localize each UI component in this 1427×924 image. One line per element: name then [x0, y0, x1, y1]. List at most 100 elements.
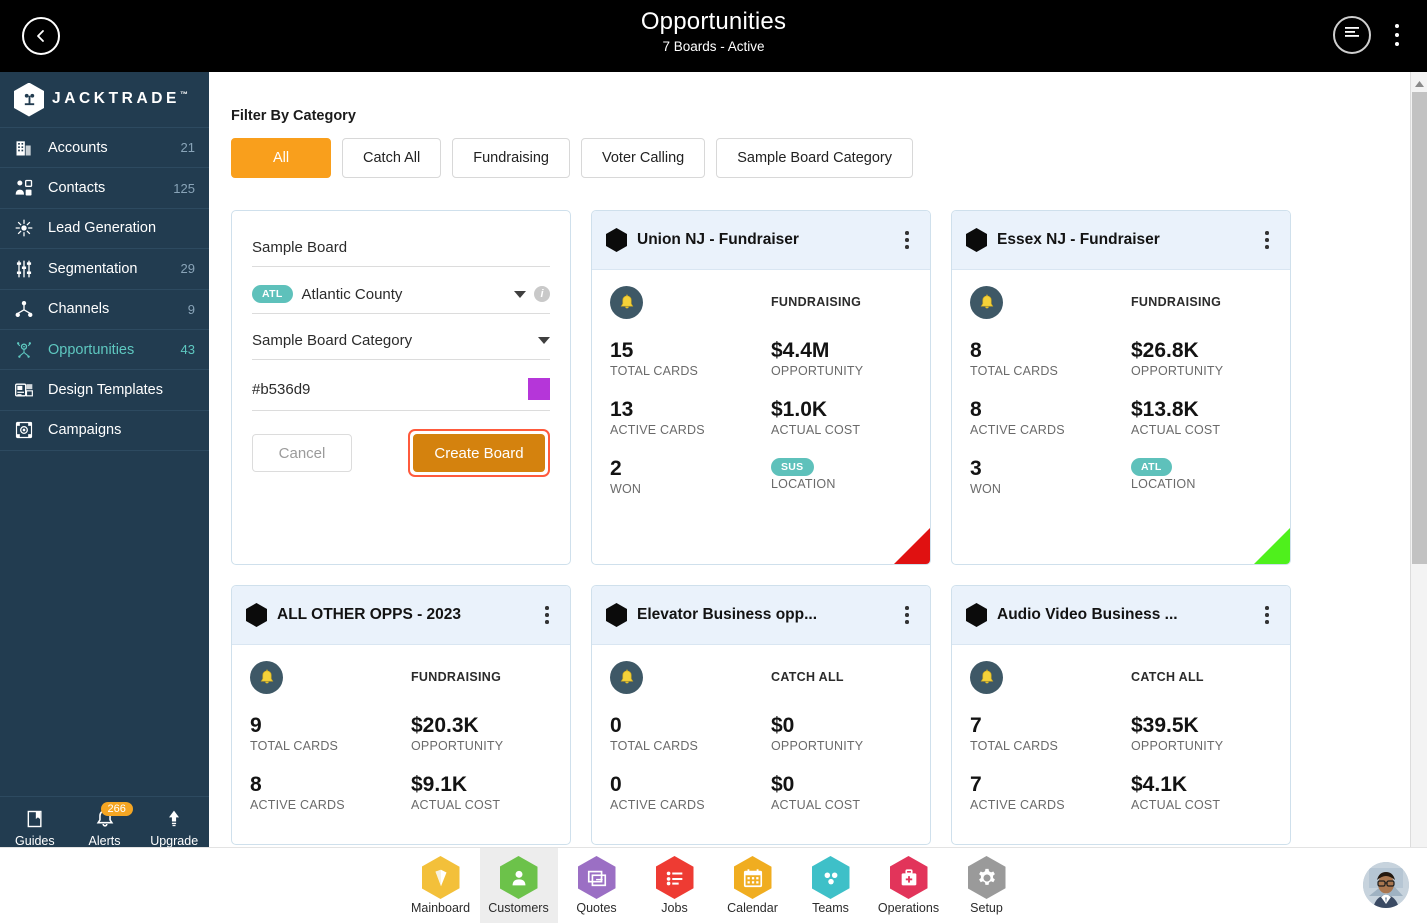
- scrollbar-thumb[interactable]: [1412, 92, 1427, 564]
- board-card[interactable]: Essex NJ - Fundraiser FUNDRAISING 8 TOTA…: [951, 210, 1291, 565]
- cancel-button[interactable]: Cancel: [252, 434, 352, 472]
- vertical-scrollbar[interactable]: [1410, 72, 1427, 922]
- color-hex-value: #b536d9: [252, 381, 528, 398]
- bottom-nav-mainboard[interactable]: Mainboard: [402, 848, 480, 923]
- board-card-body: FUNDRAISING 15 TOTAL CARDS $4.4M OPPORTU…: [592, 270, 930, 564]
- filter-chip-catch-all[interactable]: Catch All: [342, 138, 441, 178]
- bottom-nav-customers[interactable]: Customers: [480, 848, 558, 923]
- color-swatch[interactable]: [528, 378, 550, 400]
- bottom-nav-operations[interactable]: Operations: [870, 848, 948, 923]
- actual-cost-stat: $4.1K ACTUAL COST: [1121, 773, 1272, 812]
- bell-icon: [970, 661, 1003, 694]
- active-cards-value: 7: [970, 773, 1121, 797]
- board-stats-row-0: CATCH ALL: [610, 661, 912, 694]
- sidebar-item-label: Lead Generation: [48, 220, 195, 236]
- sidebar-item-segmentation[interactable]: Segmentation29: [0, 249, 209, 289]
- board-category-field[interactable]: Sample Board Category: [252, 332, 550, 360]
- board-card[interactable]: ALL OTHER OPPS - 2023 FUNDRAISING 9 TOTA…: [231, 585, 571, 845]
- active-cards-value: 8: [970, 398, 1121, 422]
- board-stats-row-2: 0 ACTIVE CARDS $0 ACTUAL COST: [610, 773, 912, 812]
- lead-gen-icon: [14, 218, 40, 238]
- board-kebab-button[interactable]: [898, 231, 916, 249]
- sidebar-item-contacts[interactable]: Contacts125: [0, 168, 209, 208]
- board-stats-row-1: 15 TOTAL CARDS $4.4M OPPORTUNITY: [610, 339, 912, 378]
- actual-cost-label: ACTUAL COST: [1131, 798, 1272, 812]
- filter-chip-sample-board-category[interactable]: Sample Board Category: [716, 138, 913, 178]
- opportunity-label: OPPORTUNITY: [1131, 739, 1272, 753]
- board-card[interactable]: Union NJ - Fundraiser FUNDRAISING 15 TOT…: [591, 210, 931, 565]
- opportunity-stat: $4.4M OPPORTUNITY: [761, 339, 912, 378]
- sidebar-item-count: 125: [173, 181, 195, 196]
- active-cards-label: ACTIVE CARDS: [610, 423, 761, 437]
- bottom-nav-jobs[interactable]: Jobs: [636, 848, 714, 923]
- bottom-nav-calendar[interactable]: Calendar: [714, 848, 792, 923]
- board-bell: [970, 286, 1121, 319]
- board-category: CATCH ALL: [761, 661, 912, 694]
- active-cards-stat: 13 ACTIVE CARDS: [610, 398, 761, 437]
- header-title-block: Opportunities 7 Boards - Active: [0, 7, 1427, 54]
- won-label: WON: [970, 482, 1121, 496]
- board-card-header: ALL OTHER OPPS - 2023: [232, 586, 570, 645]
- board-stats-row-1: 9 TOTAL CARDS $20.3K OPPORTUNITY: [250, 714, 552, 753]
- arrow-up-icon: [139, 806, 209, 832]
- board-card-header: Union NJ - Fundraiser: [592, 211, 930, 270]
- sidebar-item-design-templates[interactable]: Design Templates: [0, 370, 209, 410]
- board-name-field[interactable]: Sample Board: [252, 233, 550, 267]
- sidebar-item-accounts[interactable]: Accounts21: [0, 128, 209, 168]
- actual-cost-value: $1.0K: [771, 398, 912, 422]
- scroll-up-arrow[interactable]: [1414, 77, 1425, 88]
- create-board-button[interactable]: Create Board: [413, 434, 545, 472]
- board-kebab-button[interactable]: [538, 606, 556, 624]
- brand-logo[interactable]: JACKTRADE™: [0, 72, 209, 128]
- sidebar-item-channels[interactable]: Channels9: [0, 290, 209, 330]
- board-location-field[interactable]: ATL Atlantic County i: [252, 285, 550, 314]
- user-avatar[interactable]: [1363, 862, 1409, 908]
- opportunity-value: $20.3K: [411, 714, 552, 738]
- bottom-nav-setup[interactable]: Setup: [948, 848, 1026, 923]
- board-kebab-button[interactable]: [898, 606, 916, 624]
- boards-grid: Sample Board ATL Atlantic County i Sampl…: [231, 210, 1341, 845]
- chevron-down-icon[interactable]: [514, 291, 526, 298]
- board-kebab-button[interactable]: [1258, 231, 1276, 249]
- actual-cost-stat: $9.1K ACTUAL COST: [401, 773, 552, 812]
- board-hex-icon: [246, 603, 267, 627]
- bell-icon: [970, 286, 1003, 319]
- list-menu-button[interactable]: [1333, 16, 1371, 54]
- sidebar-tool-upgrade[interactable]: Upgrade: [139, 806, 209, 850]
- board-kebab-button[interactable]: [1258, 606, 1276, 624]
- sidebar-tool-guides[interactable]: Guides: [0, 806, 70, 850]
- location-value: Atlantic County: [302, 286, 514, 303]
- won-label: WON: [610, 482, 761, 496]
- won-stat: 3 WON: [970, 457, 1121, 496]
- sidebar-item-lead-generation[interactable]: Lead Generation: [0, 209, 209, 249]
- sidebar-item-opportunities[interactable]: Opportunities43: [0, 330, 209, 370]
- chevron-down-icon[interactable]: [538, 337, 550, 344]
- bottom-nav-quotes[interactable]: Quotes: [558, 848, 636, 923]
- design-template-icon: [14, 380, 40, 400]
- bottom-nav-teams[interactable]: Teams: [792, 848, 870, 923]
- sidebar-tool-alerts[interactable]: 266 Alerts: [70, 806, 140, 850]
- sidebar-item-campaigns[interactable]: Campaigns: [0, 411, 209, 451]
- sidebar-item-label: Contacts: [48, 180, 173, 196]
- total-cards-value: 7: [970, 714, 1121, 738]
- page-subtitle: 7 Boards - Active: [0, 39, 1427, 54]
- header-kebab-button[interactable]: [1381, 16, 1413, 54]
- info-icon[interactable]: i: [534, 286, 550, 302]
- create-board-highlight: Create Board: [408, 429, 550, 477]
- total-cards-label: TOTAL CARDS: [610, 739, 761, 753]
- jacktrade-hex-logo: [14, 83, 44, 117]
- board-name-value: Sample Board: [252, 239, 550, 256]
- actual-cost-value: $0: [771, 773, 912, 797]
- board-card-body: FUNDRAISING 8 TOTAL CARDS $26.8K OPPORTU…: [952, 270, 1290, 564]
- board-card[interactable]: Audio Video Business ... CATCH ALL 7 TOT…: [951, 585, 1291, 845]
- category-filter-row: All Catch All Fundraising Voter Calling Samp…: [231, 138, 913, 178]
- active-cards-stat: 8 ACTIVE CARDS: [250, 773, 401, 812]
- filter-chip-voter-calling[interactable]: Voter Calling: [581, 138, 705, 178]
- filter-chip-fundraising[interactable]: Fundraising: [452, 138, 570, 178]
- filter-chip-all[interactable]: All: [231, 138, 331, 178]
- bottom-nav-label: Mainboard: [411, 901, 470, 915]
- bottom-navigation-bar: Mainboard Customers Quotes Jobs CalendarT…: [0, 847, 1427, 922]
- board-card[interactable]: Elevator Business opp... CATCH ALL 0 TOT…: [591, 585, 931, 845]
- create-board-form: Sample Board ATL Atlantic County i Sampl…: [231, 210, 571, 565]
- board-color-field[interactable]: #b536d9: [252, 378, 550, 411]
